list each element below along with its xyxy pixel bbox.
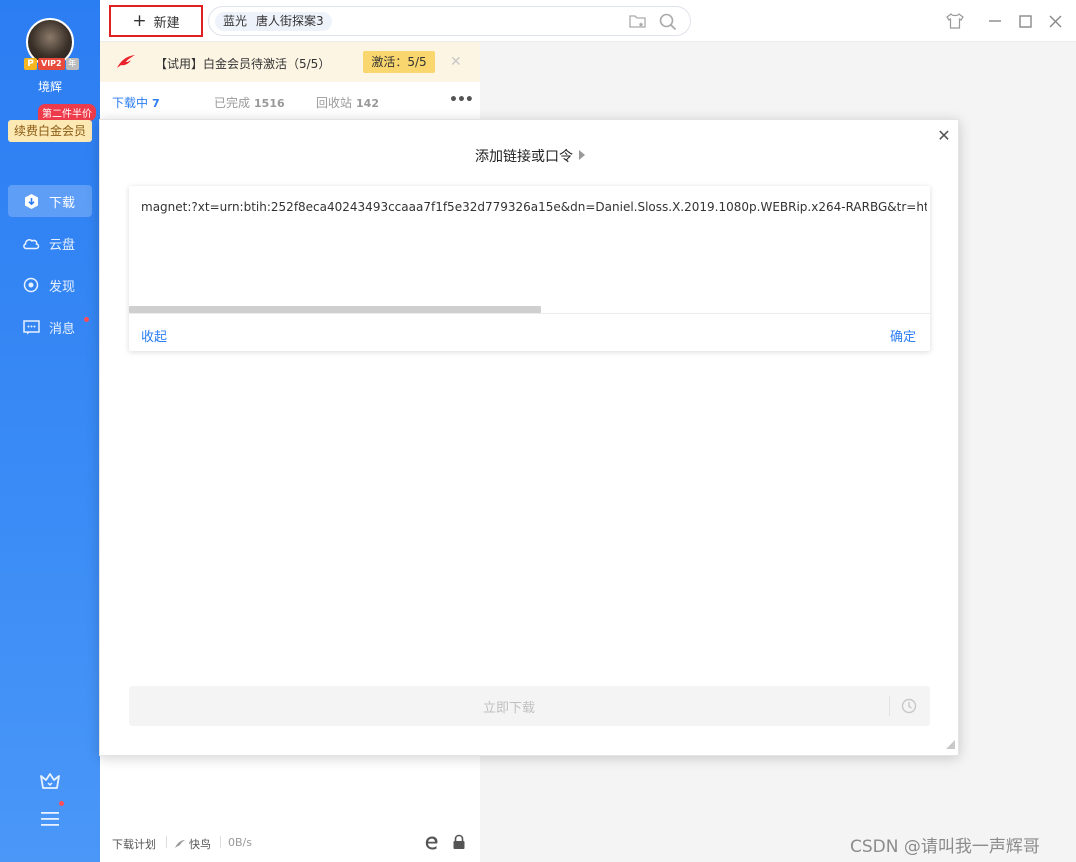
activate-button[interactable]: 激活：5/5	[363, 51, 435, 73]
clock-icon[interactable]	[901, 698, 917, 714]
tab-recycle-bin[interactable]: 回收站 142	[316, 94, 379, 111]
tab-label: 回收站	[316, 96, 353, 110]
top-toolbar: + 新建 蓝光 唐人街探案3	[100, 0, 1076, 42]
sidebar: P VIP2 年 境辉 第二件半价 续费白金会员 下载 云盘 发现 消息	[0, 0, 100, 862]
bird-icon	[175, 840, 185, 848]
sidebar-item-discover[interactable]: 发现	[8, 269, 92, 301]
sidebar-item-label: 云盘	[49, 237, 76, 253]
username[interactable]: 境辉	[0, 78, 100, 95]
search-input[interactable]: 蓝光 唐人街探案3	[208, 6, 691, 36]
notification-dot	[84, 317, 89, 322]
sidebar-item-cloud[interactable]: 云盘	[8, 227, 92, 259]
message-icon	[22, 318, 40, 336]
menu-icon[interactable]	[40, 810, 60, 828]
plus-icon: +	[132, 10, 147, 31]
divider	[129, 313, 930, 314]
dialog-title-text: 添加链接或口令	[475, 149, 573, 165]
collapse-button[interactable]: 收起	[141, 326, 167, 345]
confirm-button[interactable]: 确定	[890, 326, 916, 345]
download-now-button[interactable]: 立即下载	[129, 686, 930, 726]
search-suggestion-chip[interactable]: 蓝光 唐人街探案3	[215, 12, 332, 31]
search-chip-1[interactable]: 蓝光	[223, 14, 247, 28]
cloud-icon	[22, 234, 40, 252]
download-now-label: 立即下载	[482, 701, 535, 716]
skin-icon[interactable]	[946, 12, 964, 30]
download-plan-button[interactable]: 下载计划	[112, 836, 156, 852]
dialog-title[interactable]: 添加链接或口令	[100, 146, 960, 166]
close-icon[interactable]: ✕	[936, 128, 952, 144]
sidebar-item-download[interactable]: 下载	[8, 185, 92, 217]
triangle-right-icon	[579, 150, 585, 160]
vip-level-badge: VIP2	[38, 58, 65, 70]
sidebar-item-label: 下载	[49, 195, 76, 211]
search-chip-2[interactable]: 唐人街探案3	[256, 14, 324, 28]
trial-banner: 【试用】白金会员待激活（5/5） 激活：5/5 ✕	[100, 42, 480, 82]
minimize-icon[interactable]	[986, 12, 1004, 30]
divider	[166, 836, 167, 848]
close-window-icon[interactable]	[1046, 12, 1064, 30]
search-icon[interactable]	[659, 13, 677, 31]
resize-grip-icon[interactable]	[946, 740, 955, 749]
link-textarea[interactable]: magnet:?xt=urn:btih:252f8eca40243493ccaa…	[141, 200, 927, 214]
folder-star-icon[interactable]	[629, 14, 647, 30]
horizontal-scrollbar[interactable]	[129, 306, 541, 313]
status-footer: 下载计划 快鸟 0B/s	[100, 832, 480, 856]
close-icon[interactable]: ✕	[450, 54, 462, 70]
tab-label: 已完成	[214, 96, 251, 110]
sidebar-item-label: 消息	[49, 321, 76, 337]
divider	[889, 696, 890, 716]
ie-icon[interactable]	[424, 835, 440, 851]
download-icon	[22, 192, 40, 210]
more-options-icon[interactable]: •••	[449, 92, 474, 108]
new-task-button[interactable]: + 新建	[109, 5, 203, 37]
sidebar-item-message[interactable]: 消息	[8, 311, 92, 343]
download-tabs: 下载中 7 已完成 1516 回收站 142 •••	[100, 92, 480, 112]
tab-completed[interactable]: 已完成 1516	[214, 94, 285, 111]
vip-badges: P VIP2 年	[24, 58, 79, 70]
speed-mode-button[interactable]: 快鸟	[174, 836, 211, 852]
tab-count: 7	[152, 97, 160, 110]
vip-p-badge: P	[24, 58, 37, 70]
thunder-bird-icon	[117, 55, 135, 68]
tab-count: 1516	[254, 97, 285, 110]
download-speed: 0B/s	[228, 836, 252, 849]
sidebar-item-label: 发现	[49, 279, 76, 295]
watermark: CSDN @请叫我一声辉哥	[850, 837, 1040, 857]
maximize-icon[interactable]	[1016, 12, 1034, 30]
tab-label: 下载中	[112, 96, 149, 110]
renew-vip-button[interactable]: 续费白金会员	[8, 120, 92, 142]
tab-downloading[interactable]: 下载中 7	[112, 94, 160, 111]
discover-icon	[22, 276, 40, 294]
vip-year-badge: 年	[65, 58, 79, 70]
divider	[220, 836, 221, 848]
tab-count: 142	[356, 97, 379, 110]
link-input-box: magnet:?xt=urn:btih:252f8eca40243493ccaa…	[129, 186, 930, 351]
crown-icon[interactable]	[38, 770, 62, 792]
lock-icon[interactable]	[452, 834, 466, 850]
new-task-label: 新建	[153, 15, 180, 31]
menu-notification-dot	[59, 801, 64, 806]
trial-banner-text: 【试用】白金会员待激活（5/5）	[155, 57, 331, 71]
add-link-dialog: ✕ 添加链接或口令 magnet:?xt=urn:btih:252f8eca40…	[99, 119, 959, 756]
speed-mode-label: 快鸟	[189, 838, 211, 851]
promo-tag: 第二件半价	[38, 104, 96, 121]
